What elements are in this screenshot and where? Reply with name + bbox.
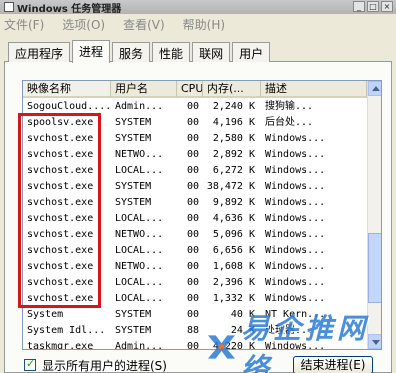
column-memory[interactable]: 内存(... (203, 81, 261, 98)
process-user: NETWO... (115, 261, 164, 272)
process-cpu: 00 (186, 101, 199, 112)
process-cpu: 00 (186, 213, 199, 224)
process-cpu: 00 (186, 149, 199, 160)
process-user: LOCAL... (115, 245, 164, 256)
show-all-users-label[interactable]: 显示所有用户的进程(S) (42, 357, 167, 373)
scroll-up-arrow-icon[interactable] (368, 81, 381, 96)
annotation-highlight-box (18, 113, 101, 308)
tab-services[interactable]: 服务 (112, 42, 151, 62)
process-cpu: 00 (186, 229, 199, 240)
process-memory: 9,892 K (212, 197, 255, 208)
process-memory: 4,196 K (212, 117, 255, 128)
process-memory: 1,608 K (212, 261, 255, 272)
menu-bar: 文件(F) 选项(O) 查看(V) 帮助(H) (0, 14, 396, 34)
process-user: NETWO... (115, 149, 164, 160)
process-name: System (27, 309, 64, 320)
process-cpu: 00 (186, 181, 199, 192)
process-user: LOCAL... (115, 165, 164, 176)
process-cpu: 00 (186, 293, 199, 304)
app-icon (4, 2, 14, 12)
process-memory: 2,396 K (212, 277, 255, 288)
tab-networking[interactable]: 联网 (192, 42, 231, 62)
column-user-name[interactable]: 用户名 (111, 81, 177, 98)
minimize-button[interactable]: _ (353, 1, 365, 12)
close-button[interactable]: × (381, 1, 393, 12)
process-memory: 38,472 K (206, 181, 255, 192)
process-cpu: 00 (186, 277, 199, 288)
process-user: NETWO... (115, 229, 164, 240)
process-cpu: 00 (186, 261, 199, 272)
menu-file[interactable]: 文件(F) (4, 16, 44, 33)
tab-performance[interactable]: 性能 (152, 42, 191, 62)
process-description: Windows... (265, 245, 326, 256)
watermark-logo-icon (207, 335, 236, 359)
process-memory: 2,892 K (212, 149, 255, 160)
process-memory: 2,240 K (212, 101, 255, 112)
process-memory: 2,580 K (212, 133, 255, 144)
menu-options[interactable]: 选项(O) (62, 16, 105, 33)
tab-applications[interactable]: 应用程序 (8, 42, 71, 62)
process-user: Admin... (115, 341, 164, 350)
process-user: LOCAL... (115, 213, 164, 224)
process-user: LOCAL... (115, 293, 164, 304)
menu-help[interactable]: 帮助(H) (183, 16, 225, 33)
process-user: LOCAL... (115, 277, 164, 288)
process-memory: 4,636 K (212, 213, 255, 224)
process-cpu: 00 (186, 133, 199, 144)
title-bar: Windows 任务管理器 (0, 0, 396, 15)
end-process-button[interactable]: 结束进程(E) (293, 356, 373, 373)
process-cpu: 00 (186, 341, 199, 350)
process-description: Windows... (265, 197, 326, 208)
process-memory: 6,272 K (212, 165, 255, 176)
tab-strip: 应用程序 进程 服务 性能 联网 用户 (8, 40, 272, 63)
process-cpu: 00 (186, 197, 199, 208)
column-description[interactable]: 描述 (261, 81, 367, 98)
process-description: 后台处... (265, 117, 314, 128)
process-memory: 1,332 K (212, 293, 255, 304)
process-cpu: 00 (186, 165, 199, 176)
process-user: Admin... (115, 101, 164, 112)
menu-view[interactable]: 查看(V) (123, 16, 165, 33)
column-cpu[interactable]: CPU (177, 81, 203, 98)
process-description: Windows... (265, 293, 326, 304)
process-name: System Idl... (27, 325, 106, 336)
tab-processes[interactable]: 进程 (72, 40, 111, 63)
process-cpu: 00 (186, 309, 199, 320)
process-user: SYSTEM (115, 181, 152, 192)
process-cpu: 00 (186, 117, 199, 128)
process-name: taskmgr.exe (27, 341, 94, 350)
process-description: Windows... (265, 277, 326, 288)
process-memory: 6,656 K (212, 245, 255, 256)
window-title: Windows 任务管理器 (17, 3, 122, 15)
scroll-thumb[interactable] (368, 233, 381, 303)
tab-users[interactable]: 用户 (232, 42, 271, 62)
process-user: SYSTEM (115, 117, 152, 128)
show-all-users-checkbox[interactable] (24, 357, 36, 371)
process-memory: 5,096 K (212, 229, 255, 240)
process-user: SYSTEM (115, 309, 152, 320)
process-description: Windows... (265, 133, 326, 144)
process-user: SYSTEM (115, 133, 152, 144)
process-description: Windows... (265, 229, 326, 240)
show-all-users-row[interactable]: 显示所有用户的进程(S) (24, 357, 167, 373)
list-header: 映像名称 用户名 CPU 内存(... 描述 (23, 81, 367, 98)
process-description: 搜狗输... (265, 101, 314, 112)
process-description: Windows... (265, 149, 326, 160)
process-cpu: 88 (186, 325, 199, 336)
process-description: Windows... (265, 213, 326, 224)
process-user: SYSTEM (115, 325, 152, 336)
maximize-button[interactable]: □ (367, 1, 379, 12)
process-cpu: 00 (186, 245, 199, 256)
column-image-name[interactable]: 映像名称 (23, 81, 111, 98)
process-description: Windows... (265, 165, 326, 176)
process-description: Windows... (265, 261, 326, 272)
process-user: SYSTEM (115, 197, 152, 208)
process-description: Windows... (265, 181, 326, 192)
